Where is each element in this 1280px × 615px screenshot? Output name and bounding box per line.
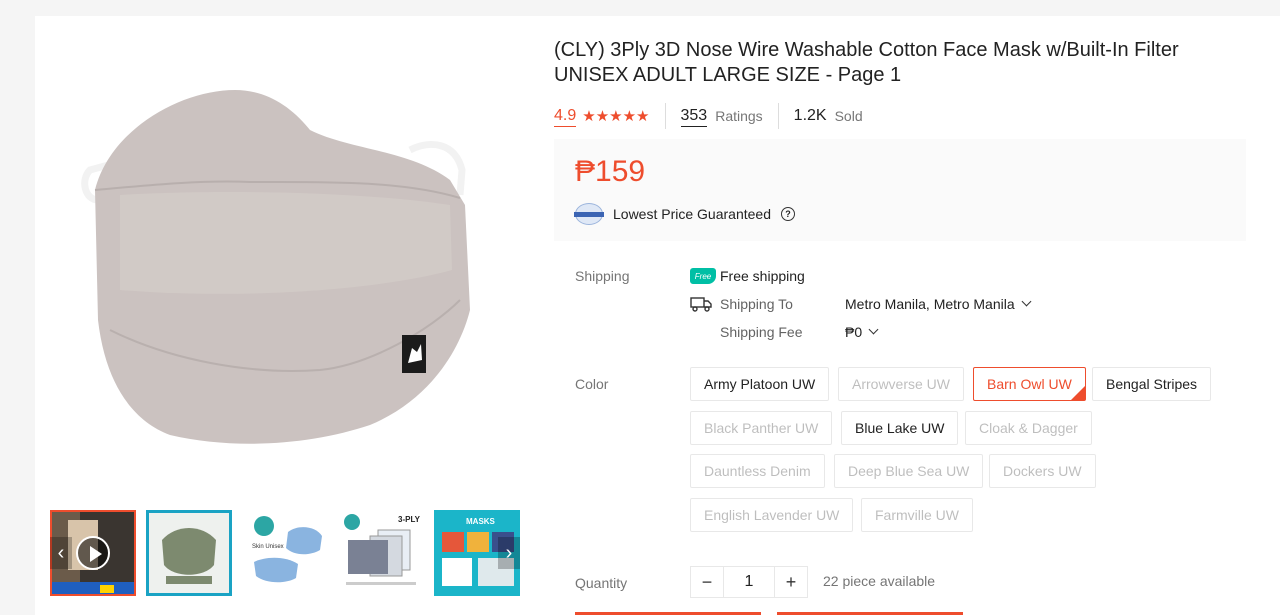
color-option-black-panther[interactable]: Black Panther UW [690, 411, 833, 445]
color-option-deep-blue-sea[interactable]: Deep Blue Sea UW [834, 454, 984, 488]
green-mask-thumbnail [146, 510, 232, 596]
ratings-label: Ratings [715, 108, 763, 124]
shipping-fee-line: Shipping Fee ₱0 [720, 321, 879, 343]
color-label: Color [575, 376, 609, 392]
free-shipping-text: Free shipping [720, 268, 805, 284]
chevron-down-icon [868, 324, 879, 334]
color-option-barn-owl[interactable]: Barn Owl UW [973, 367, 1086, 401]
quantity-decrease-button[interactable]: − [691, 567, 723, 597]
quantity-input[interactable]: 1 [723, 567, 775, 597]
shipping-to-label: Shipping To [720, 296, 793, 312]
thumbnail-prev-arrow[interactable]: ‹ [50, 537, 72, 569]
quantity-increase-button[interactable]: + [775, 567, 807, 597]
color-option-dauntless-denim[interactable]: Dauntless Denim [690, 454, 825, 488]
rating-score[interactable]: 4.9 [554, 106, 577, 127]
thumbnail-4[interactable]: 3-PLY [338, 510, 424, 596]
color-option-farmville[interactable]: Farmville UW [861, 498, 973, 532]
color-option-blue-lake[interactable]: Blue Lake UW [841, 411, 959, 445]
shipping-to-selector[interactable]: Metro Manila, Metro Manila [845, 296, 1032, 312]
thumbnail-video[interactable]: ‹ [50, 510, 136, 596]
thumb4-caption: 3-PLY [398, 515, 421, 524]
guarantee-badge-icon [574, 203, 604, 225]
color-option-dockers[interactable]: Dockers UW [989, 454, 1096, 488]
shipping-to-value: Metro Manila, Metro Manila [845, 296, 1015, 312]
price-section: ₱159 Lowest Price Guaranteed ? [554, 139, 1246, 241]
thumb5-caption: MASKS [466, 517, 496, 526]
color-option-bengal-stripes[interactable]: Bengal Stripes [1092, 367, 1212, 401]
lowest-price-guarantee: Lowest Price Guaranteed ? [574, 203, 795, 225]
chevron-down-icon [1021, 296, 1032, 306]
divider [777, 103, 779, 129]
help-icon[interactable]: ? [780, 207, 795, 221]
play-icon[interactable] [76, 536, 110, 570]
divider [664, 103, 666, 129]
thumb3-caption: Skin Unisex [252, 544, 284, 550]
face-mask-image [81, 90, 470, 444]
stock-available: 22 piece available [823, 573, 936, 589]
thumbnail-5[interactable]: MASKS › [434, 510, 520, 596]
free-shipping-line: Free Free shipping [690, 265, 805, 287]
thumbnail-strip: ‹ Skin Unisex 3-PLY MASKS › [50, 510, 520, 596]
sold-label: Sold [834, 108, 863, 124]
quantity-stepper: − 1 + [690, 566, 808, 598]
thumbnail-next-arrow[interactable]: › [498, 537, 520, 569]
product-title: (CLY) 3Ply 3D Nose Wire Washable Cotton … [554, 39, 1179, 86]
three-ply-layers-thumbnail: 3-PLY [338, 510, 424, 596]
shipping-fee-value: ₱0 [845, 324, 863, 340]
rating-stars-icon: ★★★★★ [582, 108, 650, 125]
guarantee-text: Lowest Price Guaranteed [613, 206, 771, 222]
main-product-image[interactable] [50, 30, 520, 500]
shipping-to-line: Shipping To Metro Manila, Metro Manila [690, 293, 1032, 315]
sold-count: 1.2K [793, 107, 827, 124]
quantity-label: Quantity [575, 575, 628, 591]
shipping-label: Shipping [575, 268, 630, 284]
color-option-arrowverse[interactable]: Arrowverse UW [838, 367, 965, 401]
product-price: ₱159 [575, 155, 646, 188]
color-option-english-lavender[interactable]: English Lavender UW [690, 498, 854, 532]
thumbnail-3[interactable]: Skin Unisex [242, 510, 328, 596]
shipping-fee-selector[interactable]: ₱0 [845, 324, 879, 340]
ratings-count[interactable]: 353 [680, 106, 708, 127]
thumbnail-2[interactable] [146, 510, 232, 596]
free-shipping-icon: Free [690, 268, 716, 284]
color-option-cloak-dagger[interactable]: Cloak & Dagger [965, 411, 1092, 445]
truck-icon [690, 297, 712, 312]
rating-row: 4.9 ★★★★★ 353 Ratings 1.2K Sold [554, 103, 863, 129]
blue-mask-diagram-thumbnail: Skin Unisex [242, 510, 328, 596]
color-option-army-platoon[interactable]: Army Platoon UW [690, 367, 830, 401]
shipping-fee-label: Shipping Fee [720, 324, 803, 340]
